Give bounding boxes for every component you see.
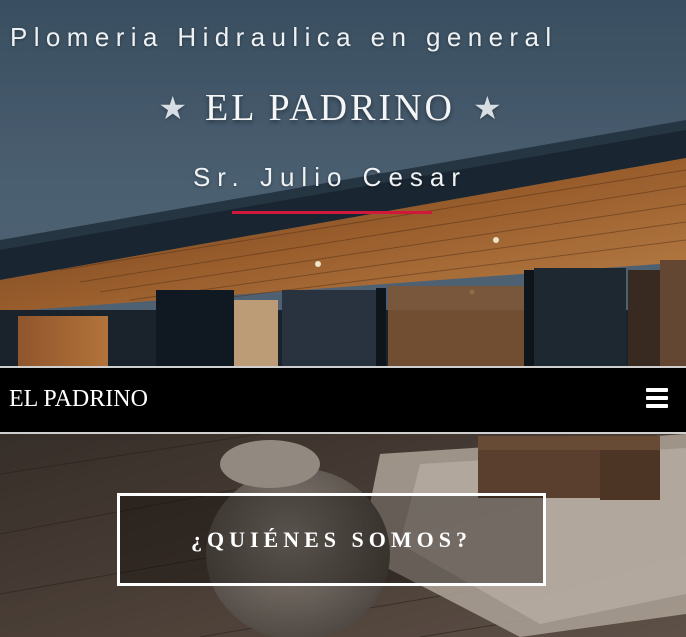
- hero-brand-title: EL PADRINO: [205, 87, 455, 129]
- about-us-button-label: ¿QUIÉNES SOMOS?: [191, 526, 472, 552]
- hero-tagline: Plomeria Hidraulica en general: [10, 22, 558, 52]
- hamburger-menu-icon[interactable]: [646, 388, 670, 412]
- hamburger-bar: [646, 396, 668, 400]
- about-section: ¿QUIÉNES SOMOS?: [0, 434, 686, 637]
- hero-brand-row: ★ EL PADRINO ★: [0, 86, 660, 130]
- star-icon: ★: [158, 89, 188, 127]
- about-us-button[interactable]: ¿QUIÉNES SOMOS?: [117, 493, 546, 586]
- hero-divider: [232, 211, 432, 214]
- hamburger-bar: [646, 388, 668, 392]
- hamburger-bar: [646, 404, 668, 408]
- star-icon: ★: [472, 89, 502, 127]
- hero-owner-name: Sr. Julio Cesar: [192, 162, 468, 192]
- hero-banner: Plomeria Hidraulica en general ★ EL PADR…: [0, 0, 686, 366]
- navbar: EL PADRINO: [0, 366, 686, 434]
- navbar-brand-link[interactable]: EL PADRINO: [9, 386, 148, 413]
